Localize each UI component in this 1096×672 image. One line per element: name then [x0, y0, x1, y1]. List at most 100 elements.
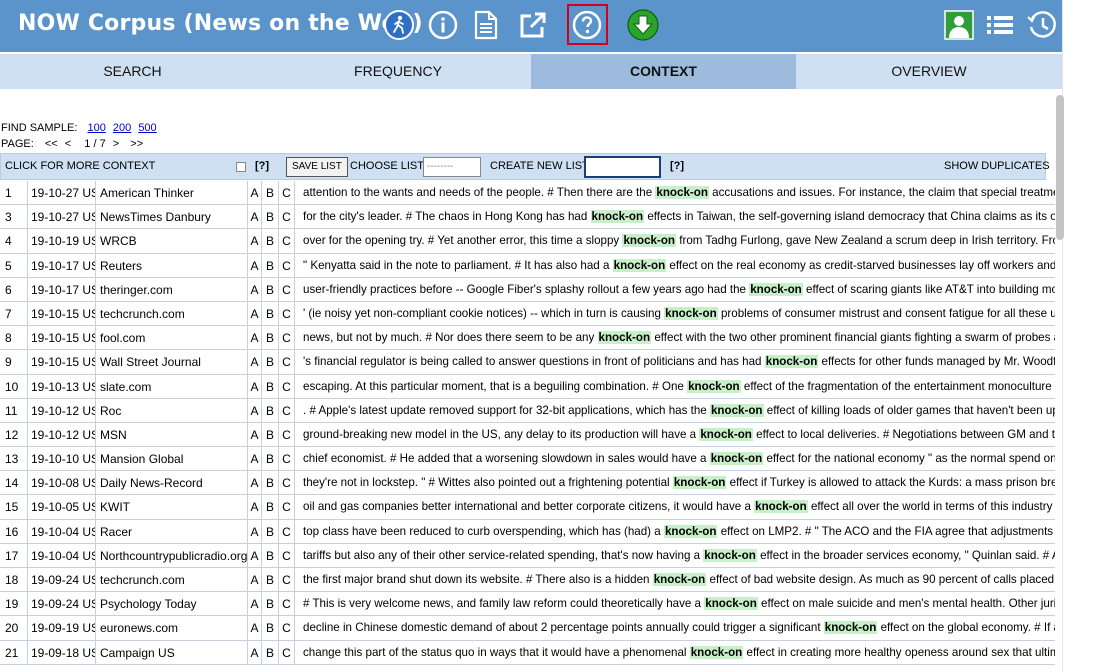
- keyword-highlight[interactable]: knock-on: [699, 427, 753, 441]
- row-c-link[interactable]: C: [279, 205, 295, 230]
- row-source[interactable]: Wall Street Journal: [96, 350, 248, 375]
- sample-200-link[interactable]: 200: [113, 122, 131, 134]
- page-next-button[interactable]: >: [113, 138, 119, 150]
- row-b-link[interactable]: B: [262, 471, 279, 496]
- row-c-link[interactable]: C: [279, 471, 295, 496]
- row-c-link[interactable]: C: [279, 568, 295, 592]
- keyword-highlight[interactable]: knock-on: [764, 355, 819, 369]
- row-a-link[interactable]: A: [248, 447, 262, 472]
- row-c-link[interactable]: C: [279, 181, 295, 205]
- row-b-link[interactable]: B: [262, 374, 279, 399]
- new-list-input[interactable]: [584, 156, 661, 178]
- row-source[interactable]: euronews.com: [96, 616, 248, 641]
- sample-100-link[interactable]: 100: [87, 122, 105, 134]
- keyword-highlight[interactable]: knock-on: [612, 258, 667, 272]
- row-c-link[interactable]: C: [279, 519, 295, 544]
- row-b-link[interactable]: B: [262, 495, 279, 520]
- row-b-link[interactable]: B: [262, 616, 279, 641]
- keyword-highlight[interactable]: knock-on: [672, 476, 727, 490]
- row-c-link[interactable]: C: [279, 374, 295, 399]
- tab-context[interactable]: CONTEXT: [531, 54, 796, 89]
- row-a-link[interactable]: A: [248, 471, 262, 496]
- keyword-highlight[interactable]: knock-on: [687, 379, 741, 393]
- row-a-link[interactable]: A: [248, 422, 262, 447]
- page-last-button[interactable]: >>: [130, 138, 143, 150]
- document-icon[interactable]: [469, 8, 503, 42]
- row-a-link[interactable]: A: [248, 205, 262, 230]
- keyword-highlight[interactable]: knock-on: [754, 500, 808, 514]
- row-c-link[interactable]: C: [279, 592, 295, 617]
- info-icon[interactable]: [426, 8, 460, 42]
- page-prev-button[interactable]: <: [65, 138, 71, 150]
- row-a-link[interactable]: A: [248, 277, 262, 302]
- row-b-link[interactable]: B: [262, 447, 279, 472]
- row-a-link[interactable]: A: [248, 181, 262, 205]
- tab-overview[interactable]: OVERVIEW: [796, 54, 1062, 89]
- row-a-link[interactable]: A: [248, 350, 262, 375]
- row-source[interactable]: theringer.com: [96, 277, 248, 302]
- row-a-link[interactable]: A: [248, 495, 262, 520]
- row-source[interactable]: slate.com: [96, 374, 248, 399]
- row-source[interactable]: Campaign US: [96, 640, 248, 665]
- pedestrian-icon[interactable]: [382, 8, 416, 42]
- row-source[interactable]: Reuters: [96, 253, 248, 278]
- external-link-icon[interactable]: [516, 8, 550, 42]
- choose-list-select[interactable]: --------: [423, 157, 481, 177]
- row-a-link[interactable]: A: [248, 519, 262, 544]
- row-source[interactable]: Roc: [96, 398, 248, 423]
- row-b-link[interactable]: B: [262, 326, 279, 351]
- row-b-link[interactable]: B: [262, 301, 279, 326]
- row-a-link[interactable]: A: [248, 543, 262, 568]
- scrollbar-thumb[interactable]: [1056, 95, 1064, 240]
- keyword-highlight[interactable]: knock-on: [655, 186, 709, 199]
- row-a-link[interactable]: A: [248, 568, 262, 592]
- row-c-link[interactable]: C: [279, 350, 295, 375]
- row-a-link[interactable]: A: [248, 253, 262, 278]
- row-b-link[interactable]: B: [262, 229, 279, 254]
- row-a-link[interactable]: A: [248, 398, 262, 423]
- save-list-button[interactable]: SAVE LIST: [286, 157, 348, 177]
- row-source[interactable]: Mansion Global: [96, 447, 248, 472]
- keyword-highlight[interactable]: knock-on: [689, 645, 744, 659]
- row-a-link[interactable]: A: [248, 616, 262, 641]
- row-source[interactable]: Daily News-Record: [96, 471, 248, 496]
- row-source[interactable]: American Thinker: [96, 181, 248, 205]
- row-source[interactable]: Psychology Today: [96, 592, 248, 617]
- keyword-highlight[interactable]: knock-on: [709, 403, 764, 417]
- row-b-link[interactable]: B: [262, 543, 279, 568]
- show-duplicates-button[interactable]: SHOW DUPLICATES: [944, 160, 1050, 172]
- row-a-link[interactable]: A: [248, 326, 262, 351]
- row-b-link[interactable]: B: [262, 181, 279, 205]
- row-c-link[interactable]: C: [279, 422, 295, 447]
- help-link-2[interactable]: [?]: [670, 160, 684, 172]
- row-a-link[interactable]: A: [248, 301, 262, 326]
- user-icon[interactable]: [942, 8, 976, 42]
- row-source[interactable]: KWIT: [96, 495, 248, 520]
- keyword-highlight[interactable]: knock-on: [704, 597, 758, 611]
- keyword-highlight[interactable]: knock-on: [823, 621, 878, 635]
- history-icon[interactable]: [1025, 8, 1059, 42]
- list-icon[interactable]: [983, 8, 1017, 42]
- help-icon[interactable]: [570, 8, 604, 42]
- keyword-highlight[interactable]: knock-on: [590, 210, 645, 224]
- keyword-highlight[interactable]: knock-on: [663, 524, 718, 538]
- row-b-link[interactable]: B: [262, 253, 279, 278]
- tab-search[interactable]: SEARCH: [0, 54, 265, 89]
- keyword-highlight[interactable]: knock-on: [622, 234, 676, 248]
- row-b-link[interactable]: B: [262, 592, 279, 617]
- row-c-link[interactable]: C: [279, 447, 295, 472]
- row-source[interactable]: WRCB: [96, 229, 248, 254]
- keyword-highlight[interactable]: knock-on: [664, 306, 718, 320]
- row-c-link[interactable]: C: [279, 253, 295, 278]
- keyword-highlight[interactable]: knock-on: [709, 452, 764, 466]
- row-c-link[interactable]: C: [279, 398, 295, 423]
- row-b-link[interactable]: B: [262, 398, 279, 423]
- keyword-highlight[interactable]: knock-on: [703, 548, 757, 562]
- row-source[interactable]: MSN: [96, 422, 248, 447]
- row-a-link[interactable]: A: [248, 640, 262, 665]
- row-a-link[interactable]: A: [248, 229, 262, 254]
- row-c-link[interactable]: C: [279, 543, 295, 568]
- download-icon[interactable]: [626, 8, 660, 42]
- row-b-link[interactable]: B: [262, 277, 279, 302]
- row-c-link[interactable]: C: [279, 277, 295, 302]
